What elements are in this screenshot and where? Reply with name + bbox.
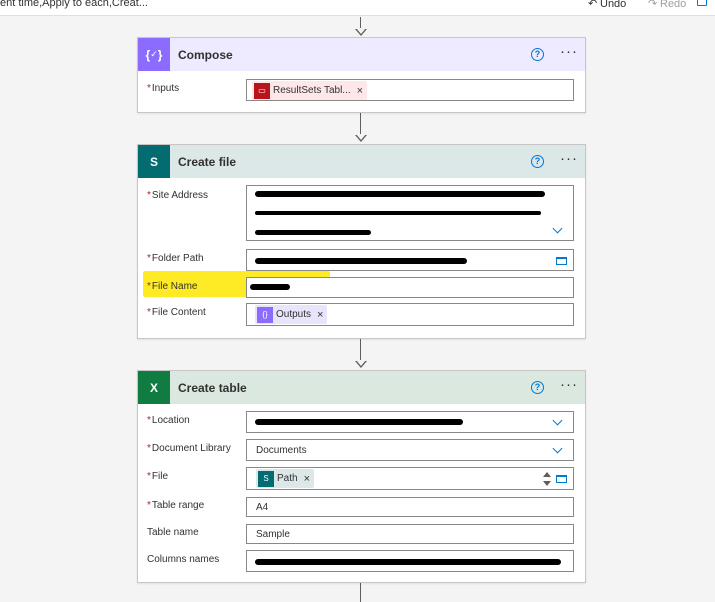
help-icon[interactable]: ? [531, 381, 544, 394]
table-range-label: *Table range [147, 500, 205, 511]
remove-token-icon[interactable]: × [357, 85, 363, 97]
document-library-field[interactable]: Documents [246, 439, 574, 461]
help-icon[interactable]: ? [531, 155, 544, 168]
site-address-label: *Site Address [147, 190, 209, 201]
inputs-field[interactable]: ▭ ResultSets Tabl... × [246, 79, 574, 101]
spin-up-icon[interactable] [543, 472, 551, 477]
table-name-label: Table name [147, 527, 199, 538]
card-title: Create table [178, 381, 247, 395]
redo-label: Redo [660, 0, 687, 10]
create-table-card-header[interactable]: X Create table ? ··· [138, 371, 585, 404]
braces-icon: {✓} [138, 38, 170, 71]
connector-arrow [355, 28, 367, 36]
sharepoint-icon: S [138, 145, 170, 178]
breadcrumb[interactable]: ent time,Apply to each,Creat... [0, 0, 148, 9]
excel-icon: X [138, 371, 170, 404]
folder-path-label: *Folder Path [147, 253, 204, 264]
undo-label: Undo [600, 0, 627, 10]
sharepoint-icon: S [258, 470, 274, 487]
table-name-value: Sample [256, 529, 290, 540]
connector-arrow [355, 134, 367, 142]
redacted-text [255, 230, 371, 235]
card-title: Create file [178, 155, 237, 169]
token-label: Path [277, 473, 298, 484]
chevron-down-icon[interactable] [552, 443, 563, 454]
location-field[interactable] [246, 411, 574, 433]
redacted-text [255, 419, 463, 425]
connector-arrow [355, 360, 367, 368]
chevron-down-icon[interactable] [552, 223, 563, 234]
redo-icon: ↷ [648, 0, 658, 10]
file-name-field[interactable] [246, 277, 574, 298]
redacted-text [250, 284, 290, 290]
comment-icon[interactable] [697, 0, 707, 6]
redacted-text [255, 559, 561, 565]
undo-icon: ↶ [588, 0, 598, 10]
more-options-icon[interactable]: ··· [560, 376, 578, 393]
table-range-value: A4 [256, 502, 269, 513]
redacted-text [255, 191, 545, 197]
resultsets-token[interactable]: ▭ ResultSets Tabl... × [252, 81, 368, 100]
remove-token-icon[interactable]: × [304, 473, 310, 485]
location-label: *Location [147, 415, 190, 426]
compose-card[interactable]: {✓} Compose ? ··· *Inputs ▭ ResultSets T… [137, 37, 586, 113]
file-name-label: *File Name [147, 281, 198, 292]
inputs-label: *Inputs [147, 83, 180, 94]
document-library-value: Documents [256, 445, 307, 456]
remove-token-icon[interactable]: × [317, 309, 323, 321]
folder-icon[interactable] [556, 257, 567, 265]
table-name-field[interactable]: Sample [246, 524, 574, 544]
braces-icon: {} [257, 306, 273, 323]
undo-button[interactable]: ↶ Undo [588, 0, 626, 10]
outputs-token[interactable]: {} Outputs × [255, 305, 328, 324]
folder-path-field[interactable] [246, 249, 574, 271]
top-toolbar: ent time,Apply to each,Creat... ↶ Undo ↷ R… [0, 0, 715, 16]
redacted-text [255, 258, 467, 264]
more-options-icon[interactable]: ··· [560, 43, 578, 60]
help-icon[interactable]: ? [531, 48, 544, 61]
create-file-card[interactable]: S Create file ? ··· *Site Address *Folde… [137, 144, 586, 339]
token-label: Outputs [276, 309, 312, 320]
file-content-field[interactable]: {} Outputs × [246, 303, 574, 326]
file-field[interactable]: S Path × [246, 467, 574, 490]
redo-button[interactable]: ↷ Redo [648, 0, 686, 10]
file-content-label: *File Content [147, 307, 206, 318]
spin-down-icon[interactable] [543, 481, 551, 486]
sql-icon: ▭ [254, 82, 270, 99]
chevron-down-icon[interactable] [552, 415, 563, 426]
connector-line [360, 583, 361, 602]
folder-icon[interactable] [556, 475, 567, 483]
table-range-field[interactable]: A4 [246, 497, 574, 517]
columns-names-field[interactable] [246, 550, 574, 572]
site-address-field[interactable] [246, 185, 574, 241]
compose-card-header[interactable]: {✓} Compose ? ··· [138, 38, 585, 71]
more-options-icon[interactable]: ··· [560, 150, 578, 167]
columns-names-label: Columns names [147, 554, 220, 565]
document-library-label: *Document Library [147, 443, 231, 454]
file-label: *File [147, 471, 169, 482]
path-token[interactable]: S Path × [256, 469, 315, 488]
create-file-card-header[interactable]: S Create file ? ··· [138, 145, 585, 178]
token-label: ResultSets Tabl... [273, 85, 351, 96]
redacted-text [255, 211, 541, 215]
card-title: Compose [178, 48, 233, 62]
create-table-card[interactable]: X Create table ? ··· *Location *Document… [137, 370, 586, 583]
